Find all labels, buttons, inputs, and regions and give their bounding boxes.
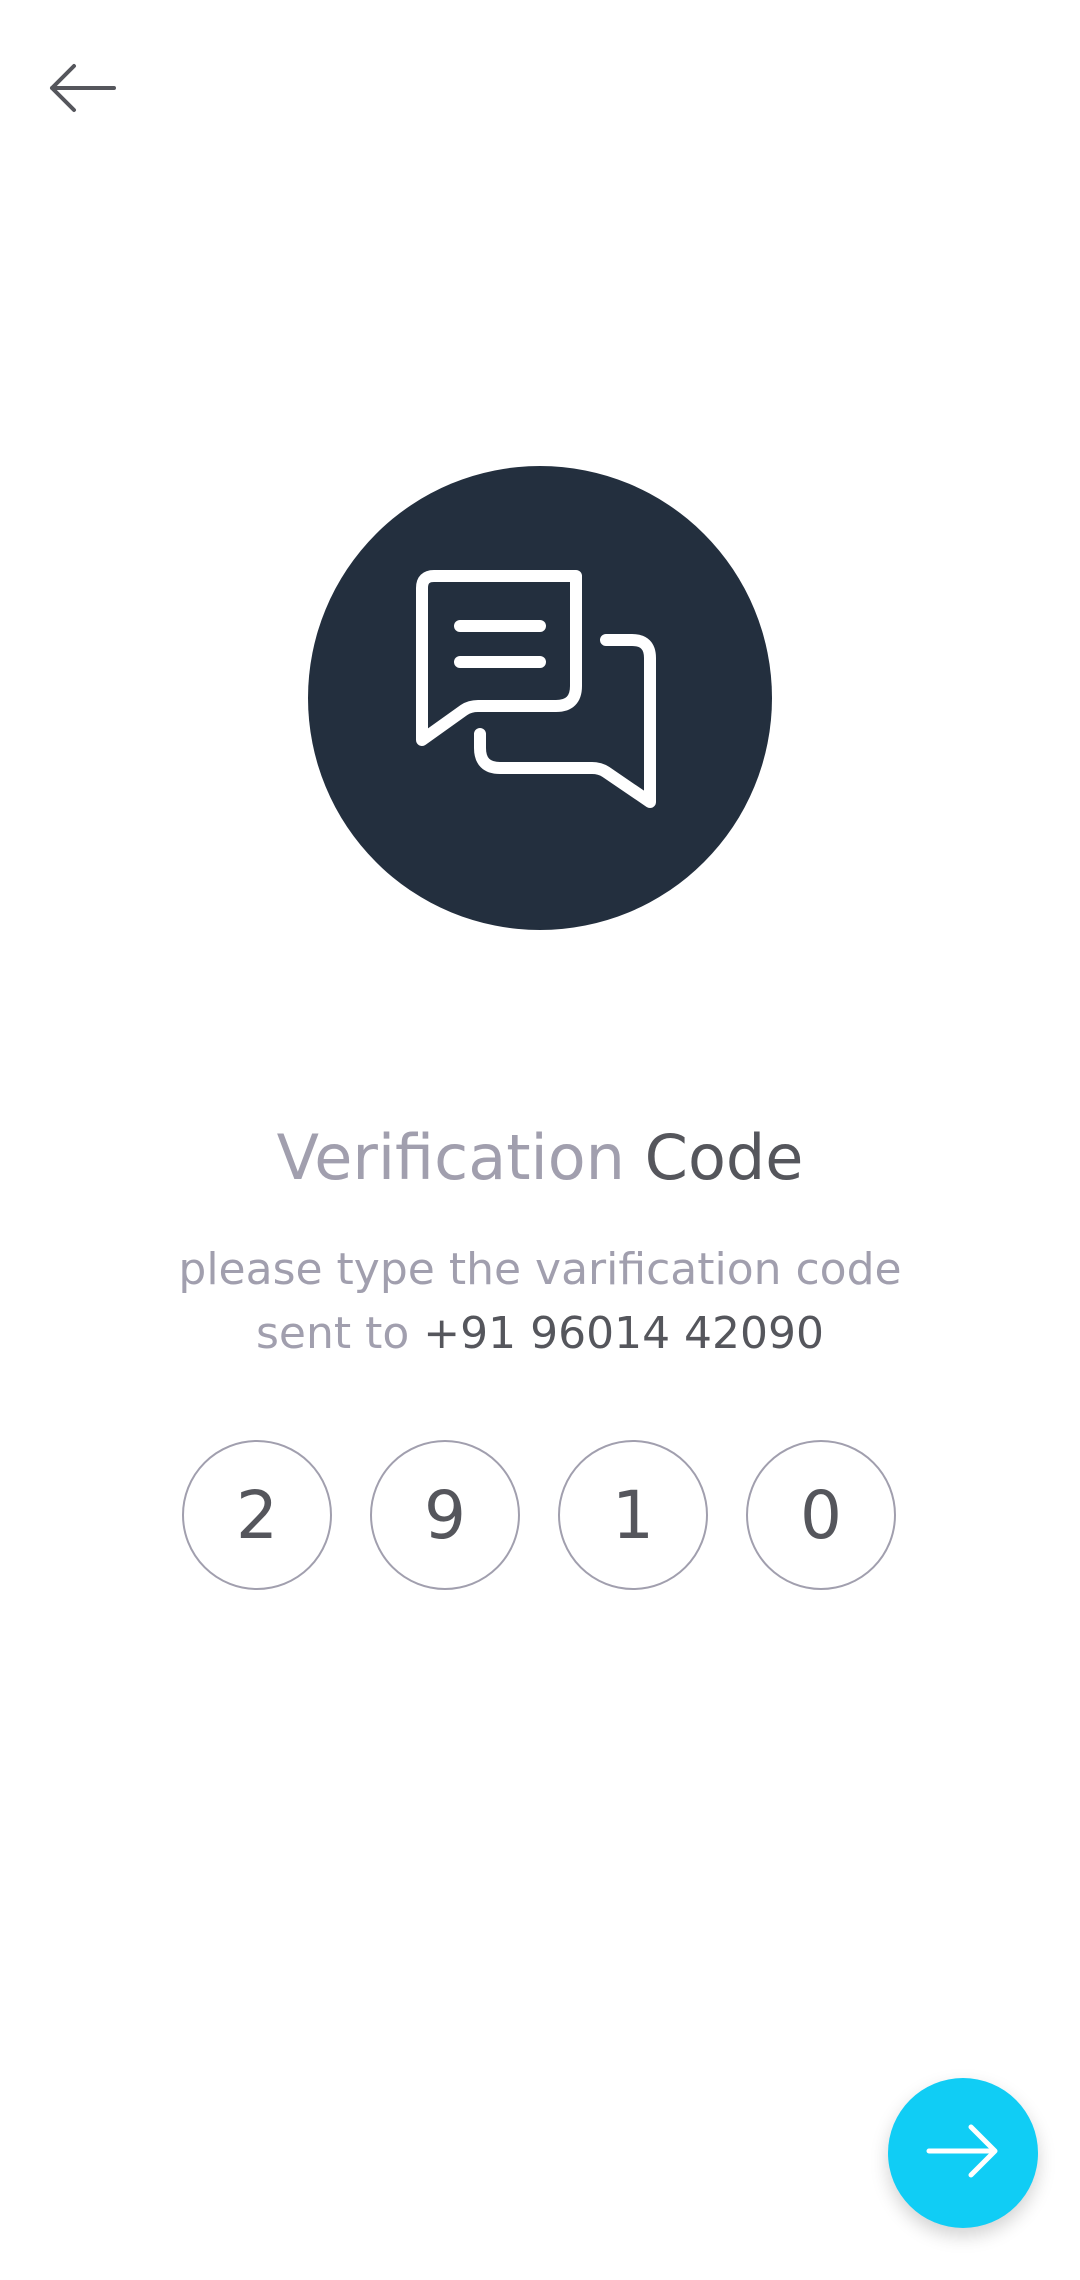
title-part-verification: Verification (276, 1121, 625, 1194)
page-title: Verification Code (0, 1118, 1080, 1198)
next-button[interactable] (888, 2078, 1038, 2228)
back-button[interactable] (36, 50, 126, 130)
instruction-text: please type the varification code sent t… (0, 1238, 1080, 1366)
verification-illustration (308, 466, 772, 930)
otp-digit-4[interactable]: 0 (746, 1440, 896, 1590)
sent-to-label: sent to (255, 1308, 410, 1359)
instruction-line-2: sent to +91 96014 42090 (0, 1302, 1080, 1366)
phone-number: +91 96014 42090 (423, 1308, 825, 1359)
title-part-code: Code (644, 1121, 804, 1194)
chat-bubbles-icon (400, 566, 680, 831)
otp-digit-3[interactable]: 1 (558, 1440, 708, 1590)
otp-digit-1[interactable]: 2 (182, 1440, 332, 1590)
otp-code-input: 2 9 1 0 (182, 1440, 898, 1590)
arrow-left-icon (46, 60, 116, 121)
otp-digit-2[interactable]: 9 (370, 1440, 520, 1590)
arrow-right-icon (925, 2121, 1001, 2186)
instruction-line-1: please type the varification code (178, 1244, 902, 1295)
